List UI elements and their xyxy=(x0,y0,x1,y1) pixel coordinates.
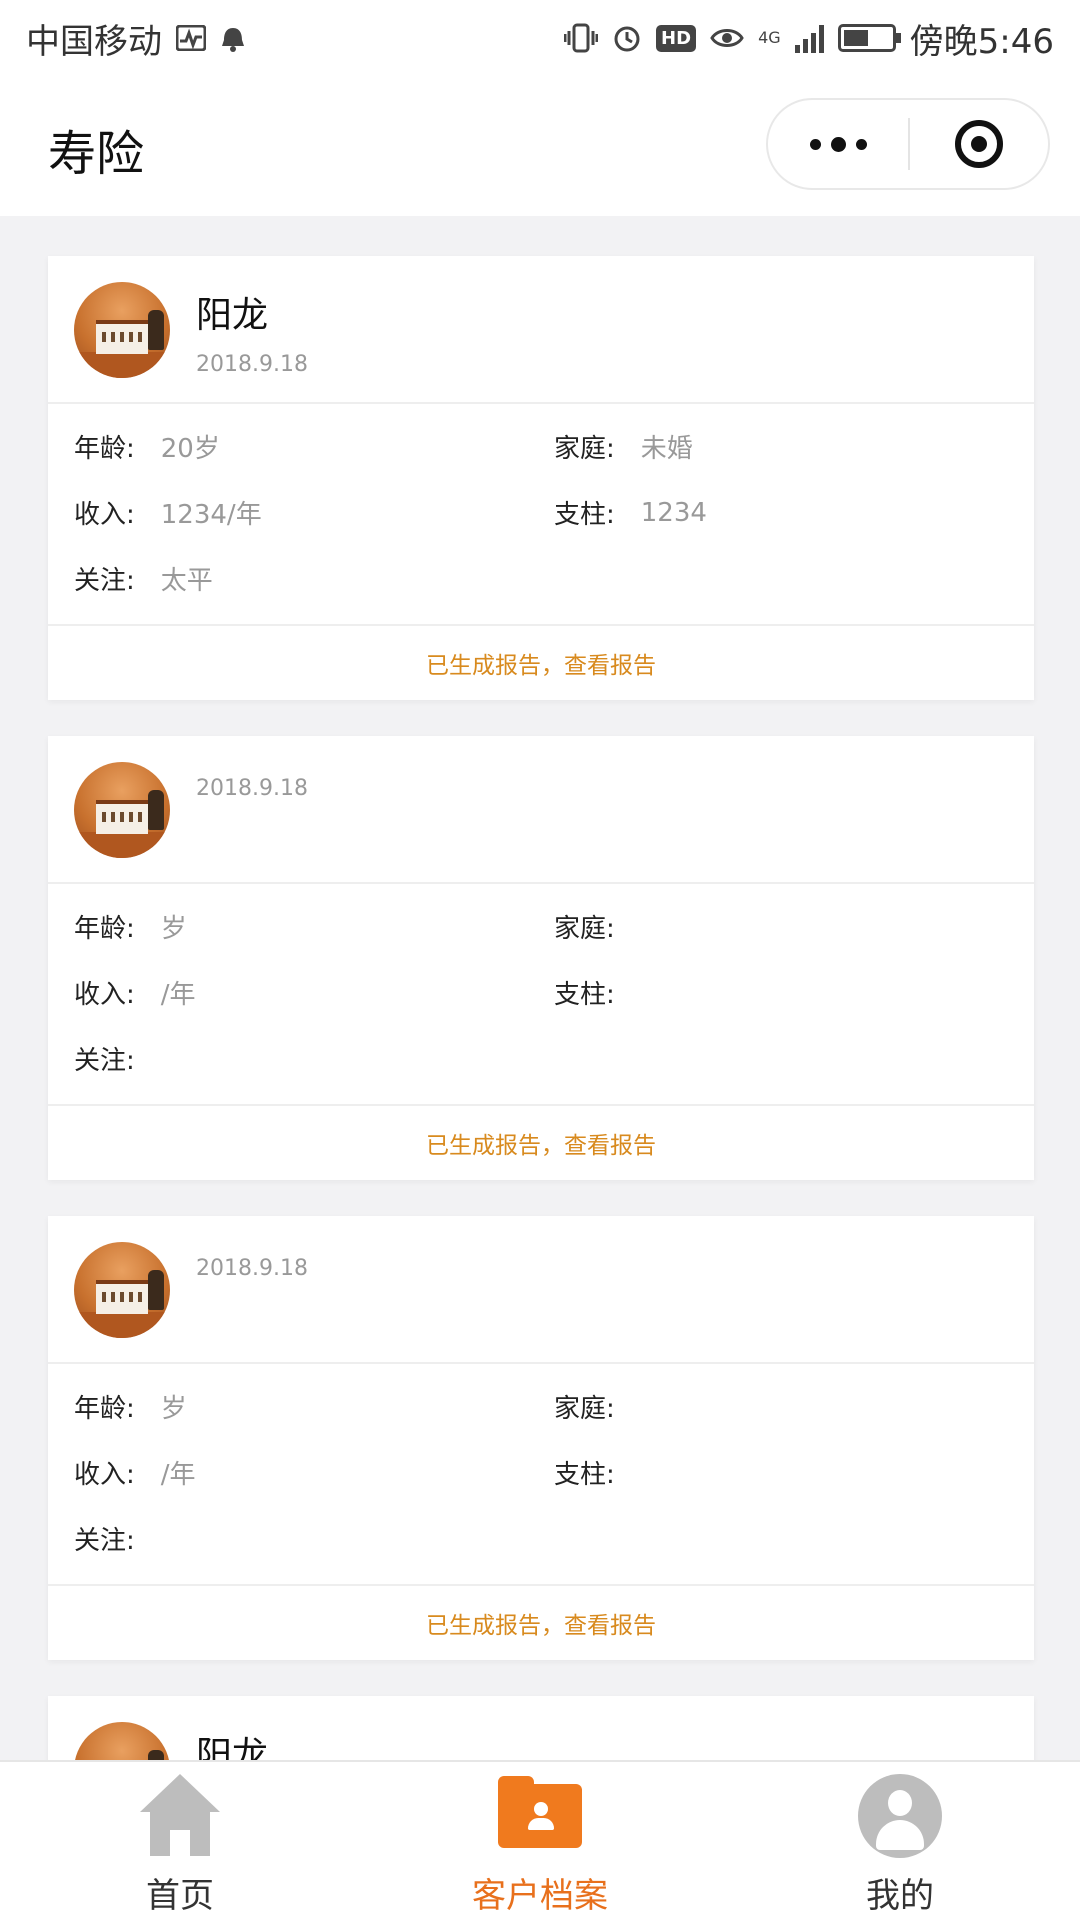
family-label: 家庭: xyxy=(554,1394,615,1424)
card-header: 阳龙 xyxy=(48,1696,1034,1760)
income-field: 收入: /年 xyxy=(74,974,196,1011)
hd-badge: HD xyxy=(656,24,697,52)
family-field: 家庭: xyxy=(554,908,641,945)
customer-card[interactable]: 阳龙 xyxy=(48,1696,1034,1760)
family-label: 家庭: xyxy=(554,914,615,944)
income-label: 收入: xyxy=(74,500,135,530)
income-field: 收入: 1234/年 xyxy=(74,494,262,531)
title-bar: 寿险 xyxy=(0,76,1080,216)
customer-card[interactable]: 2018.9.18 年龄: 岁 家庭: 收入: /年 支柱: 关注: 已生成报告… xyxy=(48,1216,1034,1660)
card-header: 阳龙 2018.9.18 xyxy=(48,256,1034,404)
focus-label: 关注: xyxy=(74,1046,135,1076)
view-report-link[interactable]: 已生成报告，查看报告 xyxy=(48,1586,1034,1660)
battery-icon xyxy=(837,24,901,52)
age-label: 年龄: xyxy=(74,434,135,464)
user-icon xyxy=(858,1774,942,1858)
folder-person-icon xyxy=(498,1774,582,1858)
card-details: 年龄: 岁 家庭: 收入: /年 支柱: 关注: xyxy=(48,1364,1034,1586)
income-value: /年 xyxy=(160,980,196,1010)
age-label: 年龄: xyxy=(74,1394,135,1424)
age-field: 年龄: 20岁 xyxy=(74,428,220,465)
tab-home[interactable]: 首页 xyxy=(0,1762,360,1922)
close-mini-program-button[interactable] xyxy=(910,120,1048,168)
age-field: 年龄: 岁 xyxy=(74,1388,187,1425)
status-bar: 中国移动 HD 4G 傍晚5:46 xyxy=(0,0,1080,76)
customer-date: 2018.9.18 xyxy=(196,352,308,377)
customer-name: 阳龙 xyxy=(196,295,269,336)
avatar xyxy=(74,282,170,378)
focus-value: 太平 xyxy=(160,566,213,596)
age-value: 20岁 xyxy=(160,434,220,464)
card-details: 年龄: 岁 家庭: 收入: /年 支柱: 关注: xyxy=(48,884,1034,1106)
tab-label: 我的 xyxy=(866,1876,934,1916)
home-icon xyxy=(138,1774,222,1858)
expense-label: 支柱: xyxy=(554,980,615,1010)
alarm-bell-icon xyxy=(220,24,246,52)
more-menu-button[interactable] xyxy=(768,100,908,188)
customer-name: 阳龙 xyxy=(196,1735,269,1760)
age-value: 岁 xyxy=(160,914,187,944)
target-icon xyxy=(955,120,1003,168)
avatar xyxy=(74,1242,170,1338)
card-header: 2018.9.18 xyxy=(48,1216,1034,1364)
page-title: 寿险 xyxy=(48,126,145,182)
focus-label: 关注: xyxy=(74,566,135,596)
expense-field: 支柱: xyxy=(554,974,641,1011)
focus-label: 关注: xyxy=(74,1526,135,1556)
income-label: 收入: xyxy=(74,980,135,1010)
income-label: 收入: xyxy=(74,1460,135,1490)
eye-icon xyxy=(710,26,744,50)
vibrate-icon xyxy=(564,23,599,53)
age-label: 年龄: xyxy=(74,914,135,944)
clock-time: 傍晚5:46 xyxy=(909,21,1054,62)
tab-label: 客户档案 xyxy=(472,1876,608,1916)
view-report-link[interactable]: 已生成报告，查看报告 xyxy=(48,626,1034,700)
income-value: 1234/年 xyxy=(160,500,262,530)
family-label: 家庭: xyxy=(554,434,615,464)
tab-label: 首页 xyxy=(146,1876,214,1916)
focus-field: 关注: 太平 xyxy=(74,560,213,597)
customer-date: 2018.9.18 xyxy=(196,1256,308,1281)
tab-customer-files[interactable]: 客户档案 xyxy=(360,1762,720,1922)
customer-list[interactable]: 阳龙 2018.9.18 年龄: 20岁 家庭: 未婚 收入: 1234/年 支… xyxy=(0,216,1080,1760)
focus-field: 关注: xyxy=(74,1040,161,1077)
customer-card[interactable]: 阳龙 2018.9.18 年龄: 20岁 家庭: 未婚 收入: 1234/年 支… xyxy=(48,256,1034,700)
expense-field: 支柱: 1234 xyxy=(554,494,707,531)
avatar xyxy=(74,762,170,858)
age-field: 年龄: 岁 xyxy=(74,908,187,945)
expense-label: 支柱: xyxy=(554,1460,615,1490)
view-report-link[interactable]: 已生成报告，查看报告 xyxy=(48,1106,1034,1180)
network-type: 4G xyxy=(758,28,781,47)
expense-label: 支柱: xyxy=(554,500,615,530)
income-value: /年 xyxy=(160,1460,196,1490)
family-value: 未婚 xyxy=(640,434,693,464)
income-field: 收入: /年 xyxy=(74,1454,196,1491)
card-details: 年龄: 20岁 家庭: 未婚 收入: 1234/年 支柱: 1234 关注: 太… xyxy=(48,404,1034,626)
tab-bar: 首页 客户档案 我的 xyxy=(0,1760,1080,1922)
alarm-clock-icon xyxy=(612,23,642,53)
age-value: 岁 xyxy=(160,1394,187,1424)
focus-field: 关注: xyxy=(74,1520,161,1557)
expense-field: 支柱: xyxy=(554,1454,641,1491)
tab-mine[interactable]: 我的 xyxy=(720,1762,1080,1922)
avatar xyxy=(74,1722,170,1760)
mini-program-capsule xyxy=(766,98,1050,190)
customer-card[interactable]: 2018.9.18 年龄: 岁 家庭: 收入: /年 支柱: 关注: 已生成报告… xyxy=(48,736,1034,1180)
family-field: 家庭: xyxy=(554,1388,641,1425)
signal-icon xyxy=(794,23,824,53)
expense-value: 1234 xyxy=(640,497,707,528)
customer-date: 2018.9.18 xyxy=(196,776,308,801)
family-field: 家庭: 未婚 xyxy=(554,428,693,465)
activity-icon xyxy=(176,25,206,51)
carrier-label: 中国移动 xyxy=(26,21,162,62)
card-header: 2018.9.18 xyxy=(48,736,1034,884)
